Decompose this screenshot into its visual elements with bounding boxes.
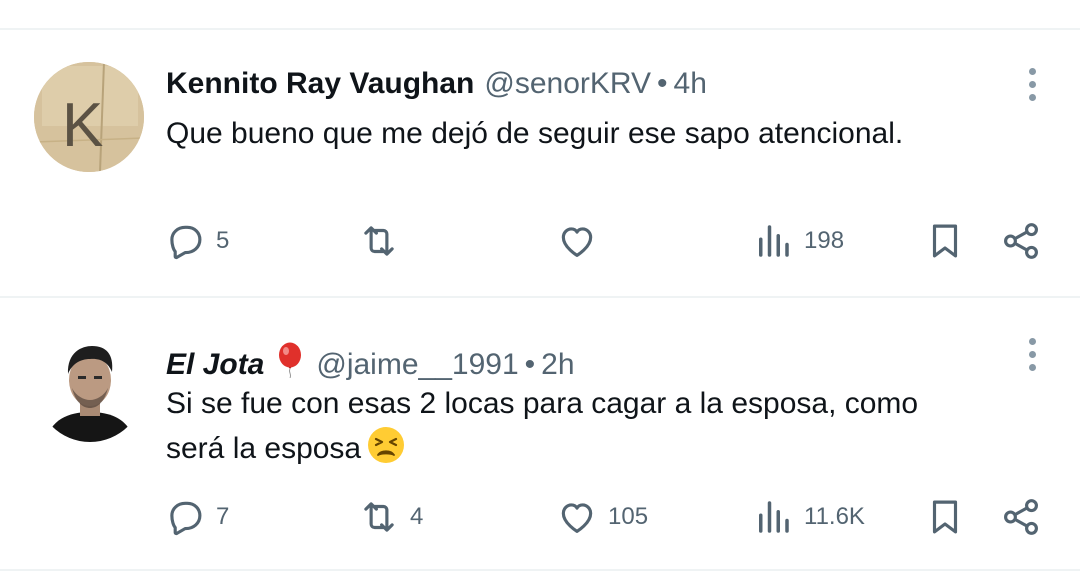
avatar-image — [36, 334, 144, 442]
like-button[interactable] — [556, 220, 608, 262]
timestamp[interactable]: 4h — [674, 66, 707, 102]
user-handle[interactable]: @jaime__1991 — [316, 347, 518, 383]
reply-icon — [170, 225, 202, 260]
share-icon — [1004, 223, 1038, 259]
like-button[interactable]: 105 — [556, 496, 648, 538]
repost-button[interactable]: 4 — [358, 496, 423, 538]
reply-count: 5 — [216, 227, 230, 254]
tweet-text-fragment: será la esposa — [166, 432, 362, 465]
tweet[interactable]: K Kennito Ray Vaughan @senorKRV • 4h Que… — [0, 30, 1080, 296]
heart-icon — [561, 227, 593, 257]
reply-button[interactable]: 5 — [164, 220, 229, 262]
avatar-image: K — [34, 62, 144, 172]
more-options-icon[interactable] — [1022, 68, 1042, 108]
bookmark-icon — [932, 224, 958, 258]
tired-face-emoji-icon — [367, 426, 405, 464]
bookmark-button[interactable] — [924, 220, 966, 262]
avatar-letter: K — [62, 91, 103, 160]
bookmark-button[interactable] — [924, 496, 966, 538]
repost-count: 4 — [410, 503, 424, 530]
tweet-text: Si se fue con esas 2 locas para cagar a … — [166, 382, 1026, 471]
tweet-text-line: será la esposa — [166, 426, 1026, 471]
reply-icon — [170, 501, 202, 536]
tweet-header: Kennito Ray Vaughan @senorKRV • 4h — [166, 66, 707, 102]
display-name[interactable]: El Jota — [166, 347, 264, 383]
views-chart-icon — [759, 501, 789, 533]
user-handle[interactable]: @senorKRV — [484, 66, 651, 102]
share-button[interactable] — [1000, 496, 1042, 538]
display-name[interactable]: Kennito Ray Vaughan — [166, 66, 474, 102]
share-icon — [1004, 499, 1038, 535]
views-count: 198 — [804, 227, 845, 254]
more-options-icon[interactable] — [1022, 338, 1042, 378]
reply-button[interactable]: 7 — [164, 496, 229, 538]
tweet-text: Que bueno que me dejó de seguir ese sapo… — [166, 117, 904, 150]
red-balloon-icon — [274, 342, 306, 379]
separator-dot: • — [524, 348, 536, 381]
tweet-header: El Jota @jaime__1991 • 2h — [166, 338, 575, 383]
views-button[interactable]: 11.6K — [752, 496, 865, 538]
tweet-text-line: Si se fue con esas 2 locas para cagar a … — [166, 387, 919, 420]
timestamp[interactable]: 2h — [541, 347, 574, 383]
avatar[interactable]: K — [34, 62, 144, 172]
bookmark-icon — [932, 500, 958, 534]
repost-icon — [364, 502, 394, 532]
avatar[interactable] — [36, 334, 144, 442]
repost-button[interactable] — [358, 220, 410, 262]
reply-count: 7 — [216, 503, 230, 530]
heart-icon — [561, 503, 593, 533]
views-count: 11.6K — [804, 503, 865, 530]
views-button[interactable]: 198 — [752, 220, 844, 262]
separator-dot: • — [657, 67, 668, 100]
views-chart-icon — [759, 225, 789, 257]
share-button[interactable] — [1000, 220, 1042, 262]
repost-icon — [364, 226, 394, 256]
tweet[interactable]: El Jota @jaime__1991 • 2h Si se fue con … — [0, 298, 1080, 570]
action-bar: 7 4 105 11.6K — [0, 496, 1080, 546]
action-bar: 5 198 — [0, 220, 1080, 270]
like-count: 105 — [608, 503, 649, 530]
bottom-divider — [0, 569, 1080, 571]
